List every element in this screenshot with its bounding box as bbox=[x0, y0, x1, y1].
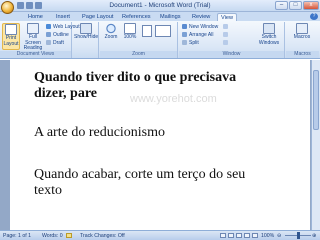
ribbon: Print Layout Full Screen Reading Web Lay… bbox=[0, 21, 320, 59]
group-show-hide: Show/Hide bbox=[73, 22, 99, 58]
tab-home[interactable]: Home bbox=[28, 13, 43, 21]
group-window: New Window Arrange All Split Switch Wind… bbox=[179, 22, 285, 58]
side-by-side-icon bbox=[223, 24, 228, 29]
zoom-button[interactable]: Zoom bbox=[102, 23, 120, 41]
window-group-label: Window bbox=[179, 51, 284, 58]
show-hide-button[interactable]: Show/Hide bbox=[74, 23, 98, 41]
one-page-icon[interactable] bbox=[142, 25, 152, 37]
zoom-100-label: 100% bbox=[123, 34, 137, 40]
print-layout-label: Print Layout bbox=[3, 35, 19, 47]
status-bar: Page: 1 of 1 Words: 0 Track Changes: Off… bbox=[0, 230, 320, 240]
zoom-label: Zoom bbox=[104, 34, 118, 40]
two-pages-icon[interactable] bbox=[155, 25, 171, 37]
macros-label: Macros bbox=[293, 34, 311, 40]
zoom-out-icon[interactable]: ⊖ bbox=[277, 233, 281, 239]
zoom-in-icon[interactable]: ⊕ bbox=[312, 233, 316, 239]
split-button[interactable]: Split bbox=[182, 40, 199, 46]
outline-label: Outline bbox=[53, 32, 69, 38]
switch-windows-button[interactable]: Switch Windows bbox=[255, 23, 283, 46]
document-page[interactable]: www.yorehot.com Quando tiver dito o que … bbox=[10, 60, 310, 230]
print-layout-view-icon[interactable] bbox=[220, 233, 226, 238]
print-layout-icon bbox=[5, 24, 17, 35]
office-button[interactable] bbox=[1, 1, 14, 14]
scrollbar-thumb[interactable] bbox=[313, 70, 319, 130]
outline-button[interactable]: Outline bbox=[46, 32, 69, 38]
view-side-by-side-button[interactable] bbox=[223, 24, 230, 30]
window-title: Document1 - Microsoft Word (Trial) bbox=[109, 2, 211, 9]
macros-icon bbox=[296, 23, 308, 34]
new-window-label: New Window bbox=[189, 24, 219, 30]
zoom-100-icon bbox=[124, 23, 136, 34]
synchronous-scrolling-button[interactable] bbox=[223, 32, 230, 38]
split-label: Split bbox=[189, 40, 199, 46]
tab-view[interactable]: View bbox=[217, 13, 238, 21]
proofing-icon[interactable] bbox=[66, 233, 72, 238]
tab-insert[interactable]: Insert bbox=[56, 13, 70, 21]
outline-view-icon[interactable] bbox=[244, 233, 250, 238]
draft-icon bbox=[46, 40, 51, 45]
doc-line-3: A arte do reducionismo bbox=[34, 125, 166, 140]
split-icon bbox=[182, 40, 187, 45]
close-button[interactable]: x bbox=[303, 1, 319, 10]
new-window-button[interactable]: New Window bbox=[182, 24, 218, 30]
track-changes-status[interactable]: Track Changes: Off bbox=[80, 233, 125, 239]
draft-button[interactable]: Draft bbox=[46, 40, 64, 46]
zoom-slider-thumb[interactable] bbox=[297, 232, 300, 239]
tab-review[interactable]: Review bbox=[192, 13, 210, 21]
zoom-level[interactable]: 100% bbox=[261, 233, 274, 239]
magnifier-icon bbox=[105, 23, 117, 34]
doc-line-5: texto bbox=[34, 183, 62, 198]
draft-view-icon[interactable] bbox=[252, 233, 258, 238]
reset-window-position-button[interactable] bbox=[223, 40, 230, 46]
full-screen-view-icon[interactable] bbox=[228, 233, 234, 238]
doc-line-2: dizer, pare bbox=[34, 86, 97, 101]
show-hide-label: Show/Hide bbox=[74, 34, 99, 40]
doc-line-1: Quando tiver dito o que precisava bbox=[34, 70, 237, 85]
document-views-group-label: Document Views bbox=[0, 51, 71, 58]
group-document-views: Print Layout Full Screen Reading Web Lay… bbox=[0, 22, 80, 58]
macros-group-label: Macros bbox=[286, 51, 319, 58]
zoom-group-label: Zoom bbox=[100, 51, 177, 58]
group-zoom: Zoom 100% Zoom bbox=[100, 22, 178, 58]
tab-page-layout[interactable]: Page Layout bbox=[82, 13, 113, 21]
group-macros: Macros Macros bbox=[286, 22, 319, 58]
title-bar: Document1 - Microsoft Word (Trial) – □ x bbox=[0, 0, 320, 14]
zoom-100-button[interactable]: 100% bbox=[122, 23, 138, 41]
switch-windows-label: Switch Windows bbox=[258, 34, 280, 46]
window-controls: – □ x bbox=[275, 1, 319, 10]
tab-mailings[interactable]: Mailings bbox=[160, 13, 181, 21]
print-layout-button[interactable]: Print Layout bbox=[2, 23, 20, 50]
web-layout-icon bbox=[46, 24, 51, 29]
full-screen-reading-label: Full Screen Reading bbox=[23, 34, 43, 51]
watermark: www.yorehot.com bbox=[130, 93, 217, 105]
reset-window-icon bbox=[223, 40, 228, 45]
draft-label: Draft bbox=[53, 40, 64, 46]
help-icon[interactable]: ? bbox=[310, 13, 318, 20]
document-area: www.yorehot.com Quando tiver dito o que … bbox=[0, 60, 320, 230]
full-screen-reading-icon bbox=[27, 23, 39, 34]
switch-windows-icon bbox=[263, 23, 275, 34]
doc-line-4: Quando acabar, corte um terço do seu bbox=[34, 167, 246, 182]
minimize-button[interactable]: – bbox=[275, 1, 288, 10]
new-window-icon bbox=[182, 24, 187, 29]
arrange-all-button[interactable]: Arrange All bbox=[182, 32, 213, 38]
full-screen-reading-button[interactable]: Full Screen Reading bbox=[22, 23, 44, 52]
outline-icon bbox=[46, 32, 51, 37]
maximize-button[interactable]: □ bbox=[289, 1, 302, 10]
tab-references[interactable]: References bbox=[122, 13, 151, 21]
web-layout-view-icon[interactable] bbox=[236, 233, 242, 238]
ribbon-tabs: Home Insert Page Layout References Maili… bbox=[0, 12, 320, 21]
vertical-scrollbar[interactable] bbox=[311, 60, 320, 230]
macros-button[interactable]: Macros bbox=[290, 23, 314, 41]
word-count[interactable]: Words: 0 bbox=[42, 233, 63, 239]
show-hide-icon bbox=[80, 23, 92, 34]
synchronous-scrolling-icon bbox=[223, 32, 228, 37]
page-count[interactable]: Page: 1 of 1 bbox=[3, 233, 31, 239]
arrange-all-label: Arrange All bbox=[189, 32, 214, 38]
arrange-all-icon bbox=[182, 32, 187, 37]
